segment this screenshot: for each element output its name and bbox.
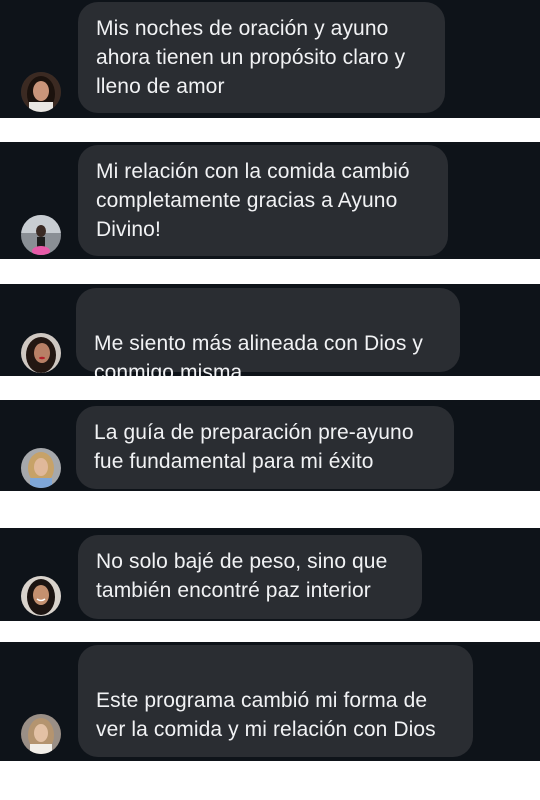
message-body: Me siento más alineada con Dios y conmig… — [94, 300, 442, 376]
message-strip-5: No solo bajé de peso, sino que también e… — [0, 528, 540, 621]
avatar[interactable] — [21, 448, 61, 488]
message-bubble[interactable]: Este programa cambió mi forma de ver la … — [78, 645, 473, 757]
avatar-woman-light-hair-icon — [21, 714, 61, 754]
message-bubble[interactable]: No solo bajé de peso, sino que también e… — [78, 535, 422, 619]
avatar-woman-smiling-icon — [21, 576, 61, 616]
message-bubble[interactable]: Me siento más alineada con Dios y conmig… — [76, 288, 460, 376]
avatar-woman-blonde-icon — [21, 448, 61, 488]
message-bubble[interactable]: Mis noches de oración y ayuno ahora tien… — [78, 2, 445, 113]
message-text: Me siento más alineada con Dios y conmig… — [94, 332, 423, 376]
avatar[interactable] — [21, 576, 61, 616]
avatar[interactable] — [21, 215, 61, 255]
message-text: Mis noches de oración y ayuno ahora tien… — [96, 17, 406, 98]
message-text: Este programa cambió mi forma de ver la … — [96, 689, 436, 741]
message-text: Mi relación con la comida cambió complet… — [96, 160, 410, 241]
avatar[interactable] — [21, 72, 61, 112]
avatar-woman-dark-hair-icon — [21, 72, 61, 112]
message-text: No solo bajé de peso, sino que también e… — [96, 550, 388, 602]
message-bubble[interactable]: La guía de preparación pre-ayuno fue fun… — [76, 406, 454, 489]
message-strip-2: Mi relación con la comida cambió complet… — [0, 142, 540, 259]
message-strip-1: Mis noches de oración y ayuno ahora tien… — [0, 0, 540, 118]
message-strip-6: Este programa cambió mi forma de ver la … — [0, 642, 540, 761]
message-bubble[interactable]: Mi relación con la comida cambió complet… — [78, 145, 448, 256]
avatar[interactable] — [21, 714, 61, 754]
message-strip-3: Me siento más alineada con Dios y conmig… — [0, 284, 540, 376]
message-strip-4: La guía de preparación pre-ayuno fue fun… — [0, 400, 540, 491]
message-body: Este programa cambió mi forma de ver la … — [96, 657, 455, 761]
avatar-woman-pink-outfit-icon — [21, 215, 61, 255]
avatar[interactable] — [21, 333, 61, 373]
avatar-woman-red-lips-icon — [21, 333, 61, 373]
message-text: La guía de preparación pre-ayuno fue fun… — [94, 421, 414, 473]
testimonial-screenshot-collage: Mis noches de oración y ayuno ahora tien… — [0, 0, 540, 800]
